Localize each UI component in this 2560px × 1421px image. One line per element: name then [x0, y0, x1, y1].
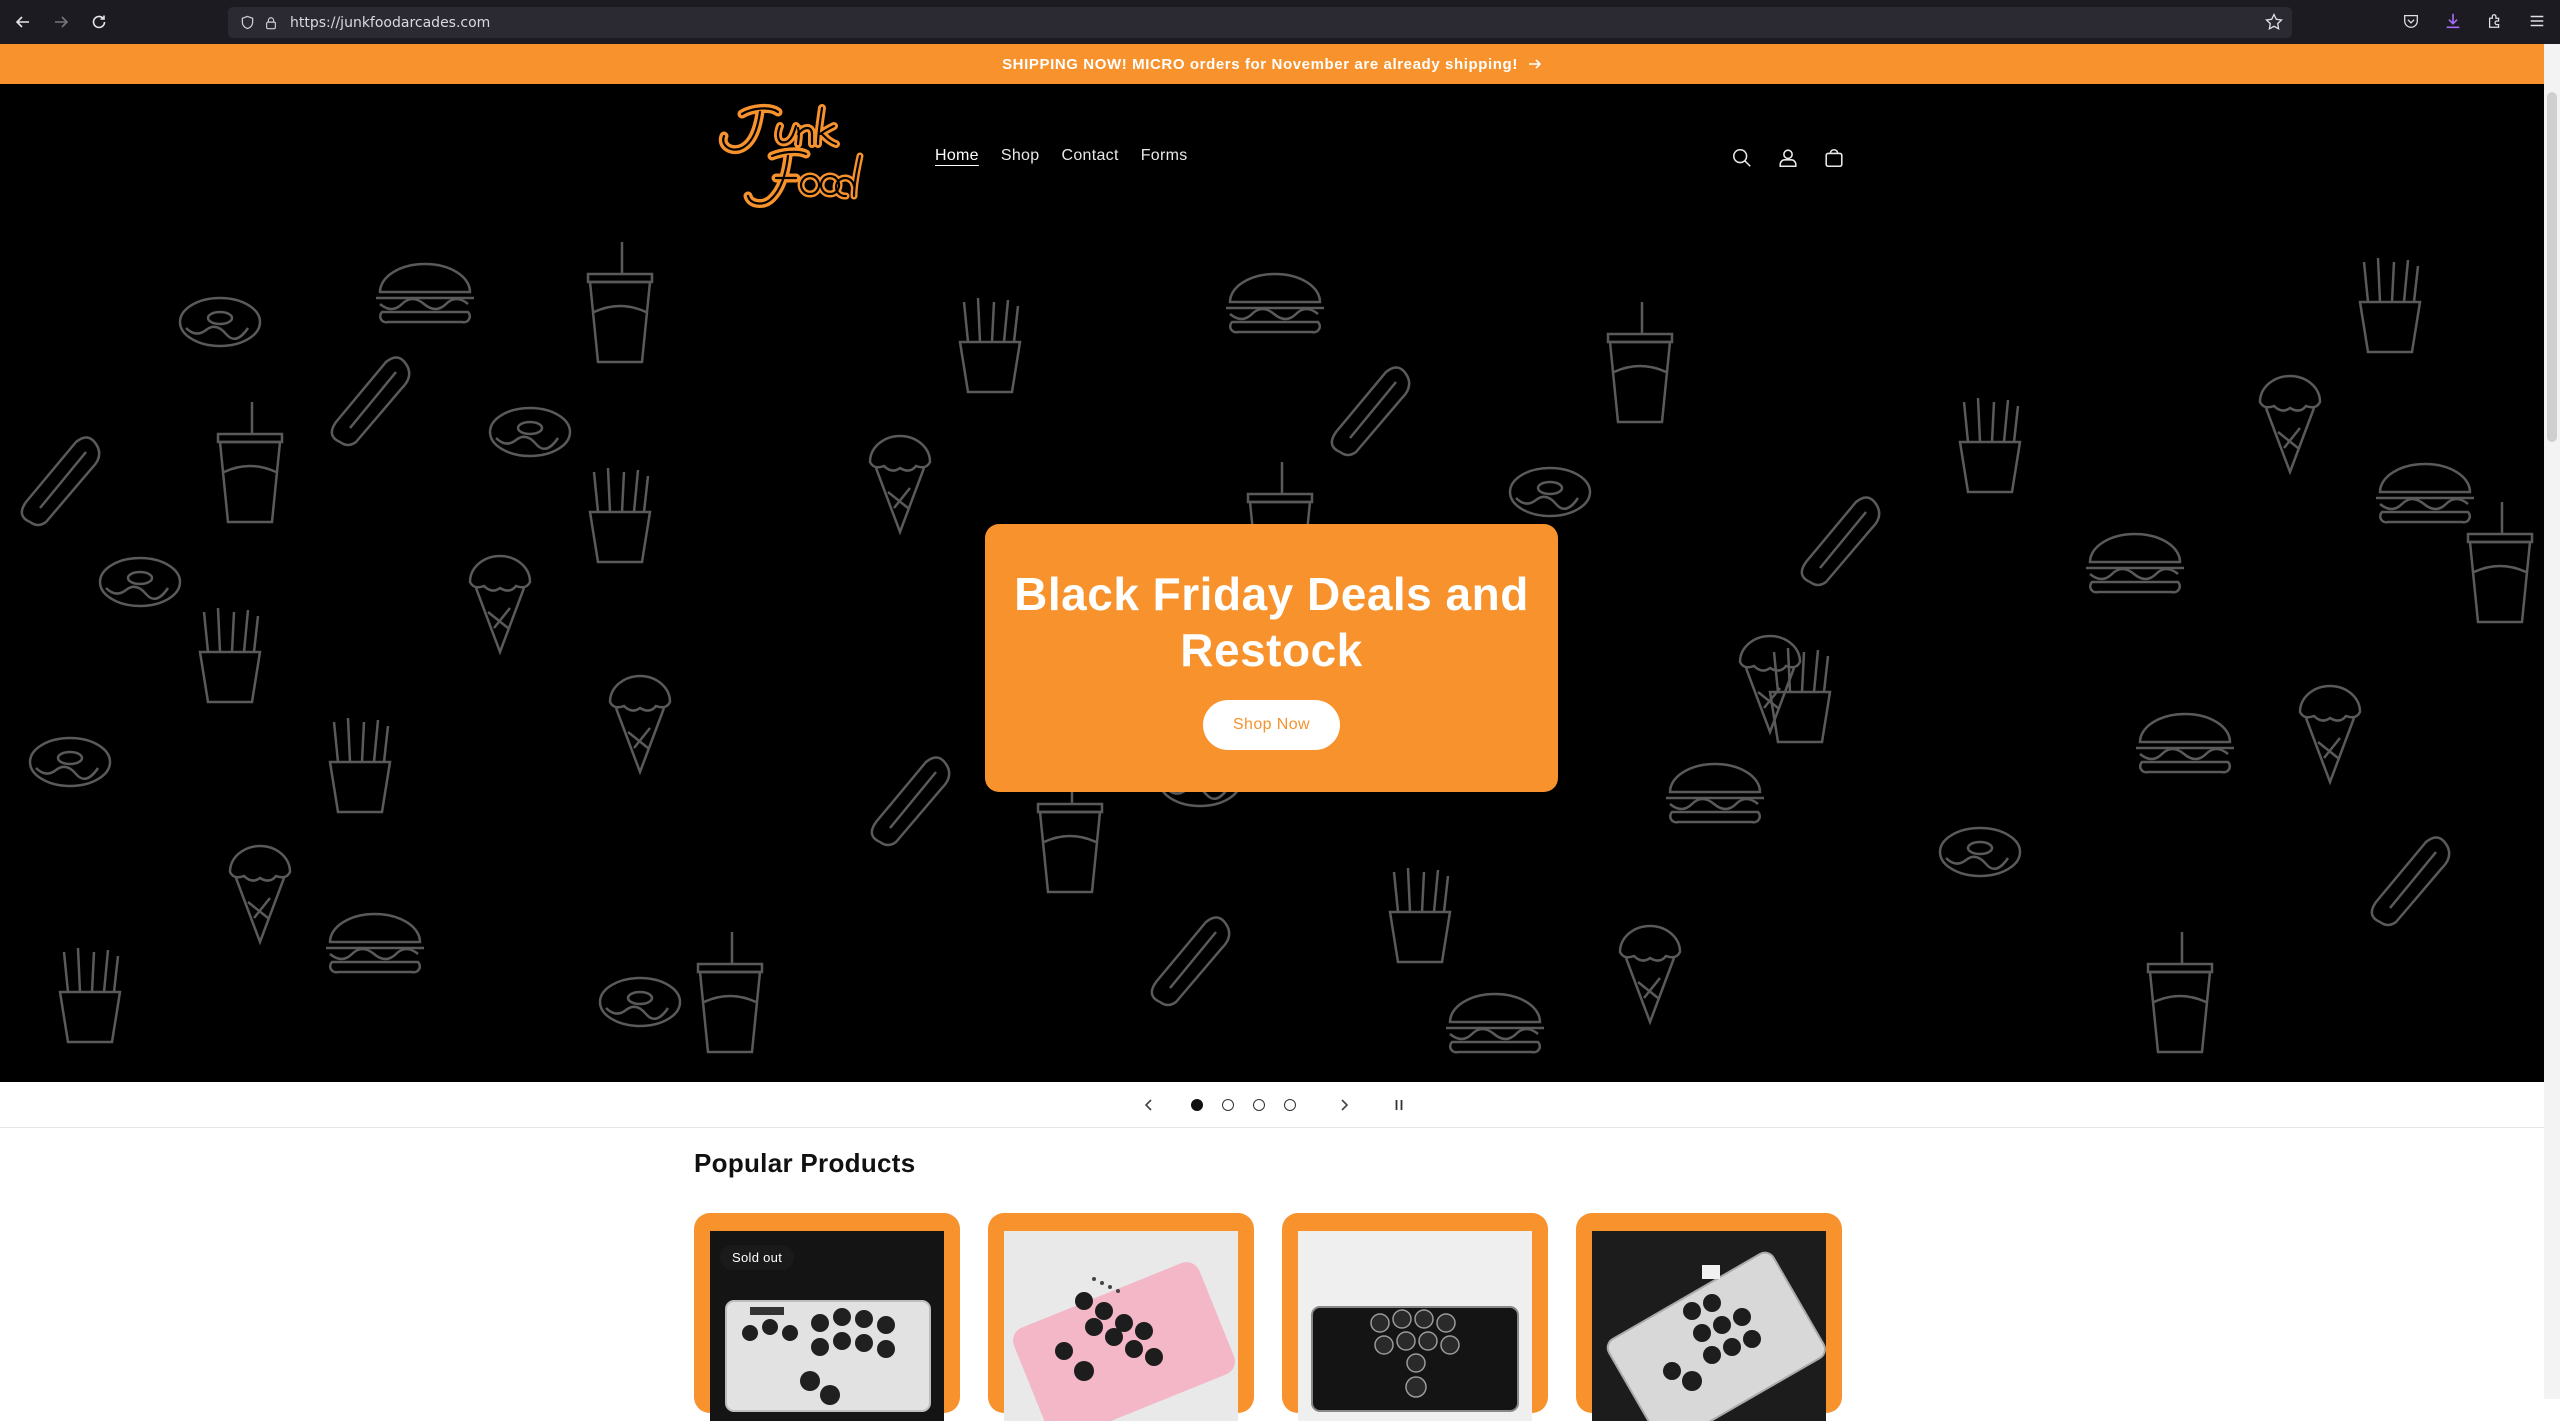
hero-slideshow: Black Friday Deals and Restock Shop Now — [0, 232, 2544, 1082]
popular-products-heading: Popular Products — [694, 1148, 916, 1178]
product-card[interactable] — [1282, 1213, 1548, 1421]
search-icon[interactable] — [1730, 146, 1754, 170]
product-grid: Sold out — [694, 1213, 1842, 1421]
slide-dot-3[interactable] — [1253, 1099, 1265, 1111]
shield-icon[interactable] — [238, 14, 256, 32]
arrow-right-icon — [1528, 59, 1542, 69]
account-icon[interactable] — [1776, 146, 1800, 170]
product-card[interactable]: Sold out — [694, 1213, 960, 1421]
slide-dot-1[interactable] — [1191, 1099, 1203, 1111]
product-card[interactable] — [1576, 1213, 1842, 1421]
scrollbar-thumb[interactable] — [2547, 92, 2557, 442]
announcement-text[interactable]: SHIPPING NOW! MICRO orders for November … — [1002, 56, 1518, 73]
lock-icon[interactable] — [262, 14, 280, 32]
pause-icon[interactable] — [1390, 1096, 1408, 1114]
slide-dot-2[interactable] — [1222, 1099, 1234, 1111]
page-scrollbar[interactable] — [2544, 44, 2560, 1399]
downloads-icon[interactable] — [2442, 10, 2464, 32]
product-image-clear-controller[interactable]: Sold out — [710, 1231, 944, 1421]
pocket-icon[interactable] — [2400, 10, 2422, 32]
site-header: Home Shop Contact Forms — [0, 84, 2544, 232]
main-nav: Home Shop Contact Forms — [935, 147, 1188, 165]
browser-toolbar: https://junkfoodarcades.com — [0, 0, 2560, 44]
forward-icon[interactable] — [42, 3, 80, 41]
nav-shop[interactable]: Shop — [1001, 147, 1040, 165]
cart-icon[interactable] — [1822, 146, 1846, 170]
bookmark-star-icon[interactable] — [2264, 12, 2284, 32]
shop-now-button[interactable]: Shop Now — [1202, 700, 1341, 750]
nav-contact[interactable]: Contact — [1061, 147, 1118, 165]
address-bar[interactable]: https://junkfoodarcades.com — [228, 7, 2292, 38]
junk-food-logo[interactable] — [702, 100, 872, 218]
hero-banner-card: Black Friday Deals and Restock Shop Now — [985, 524, 1558, 792]
menu-icon[interactable] — [2526, 10, 2548, 32]
reload-icon[interactable] — [80, 3, 118, 41]
product-card[interactable] — [988, 1213, 1254, 1421]
slide-dot-4[interactable] — [1284, 1099, 1296, 1111]
product-image-black-controller[interactable] — [1298, 1231, 1532, 1421]
sold-out-badge: Sold out — [720, 1245, 795, 1270]
nav-home[interactable]: Home — [935, 147, 979, 165]
hero-title: Black Friday Deals and Restock — [1014, 568, 1529, 676]
extensions-icon[interactable] — [2484, 10, 2506, 32]
chevron-left-icon[interactable] — [1140, 1096, 1158, 1114]
url-text[interactable]: https://junkfoodarcades.com — [290, 15, 490, 31]
announcement-bar[interactable]: SHIPPING NOW! MICRO orders for November … — [0, 44, 2544, 84]
slideshow-controls — [0, 1082, 2544, 1128]
nav-forms[interactable]: Forms — [1141, 147, 1188, 165]
back-icon[interactable] — [4, 3, 42, 41]
product-image-clear-controller-angled[interactable] — [1592, 1231, 1826, 1421]
product-image-pink-controller[interactable] — [1004, 1231, 1238, 1421]
chevron-right-icon[interactable] — [1335, 1096, 1353, 1114]
